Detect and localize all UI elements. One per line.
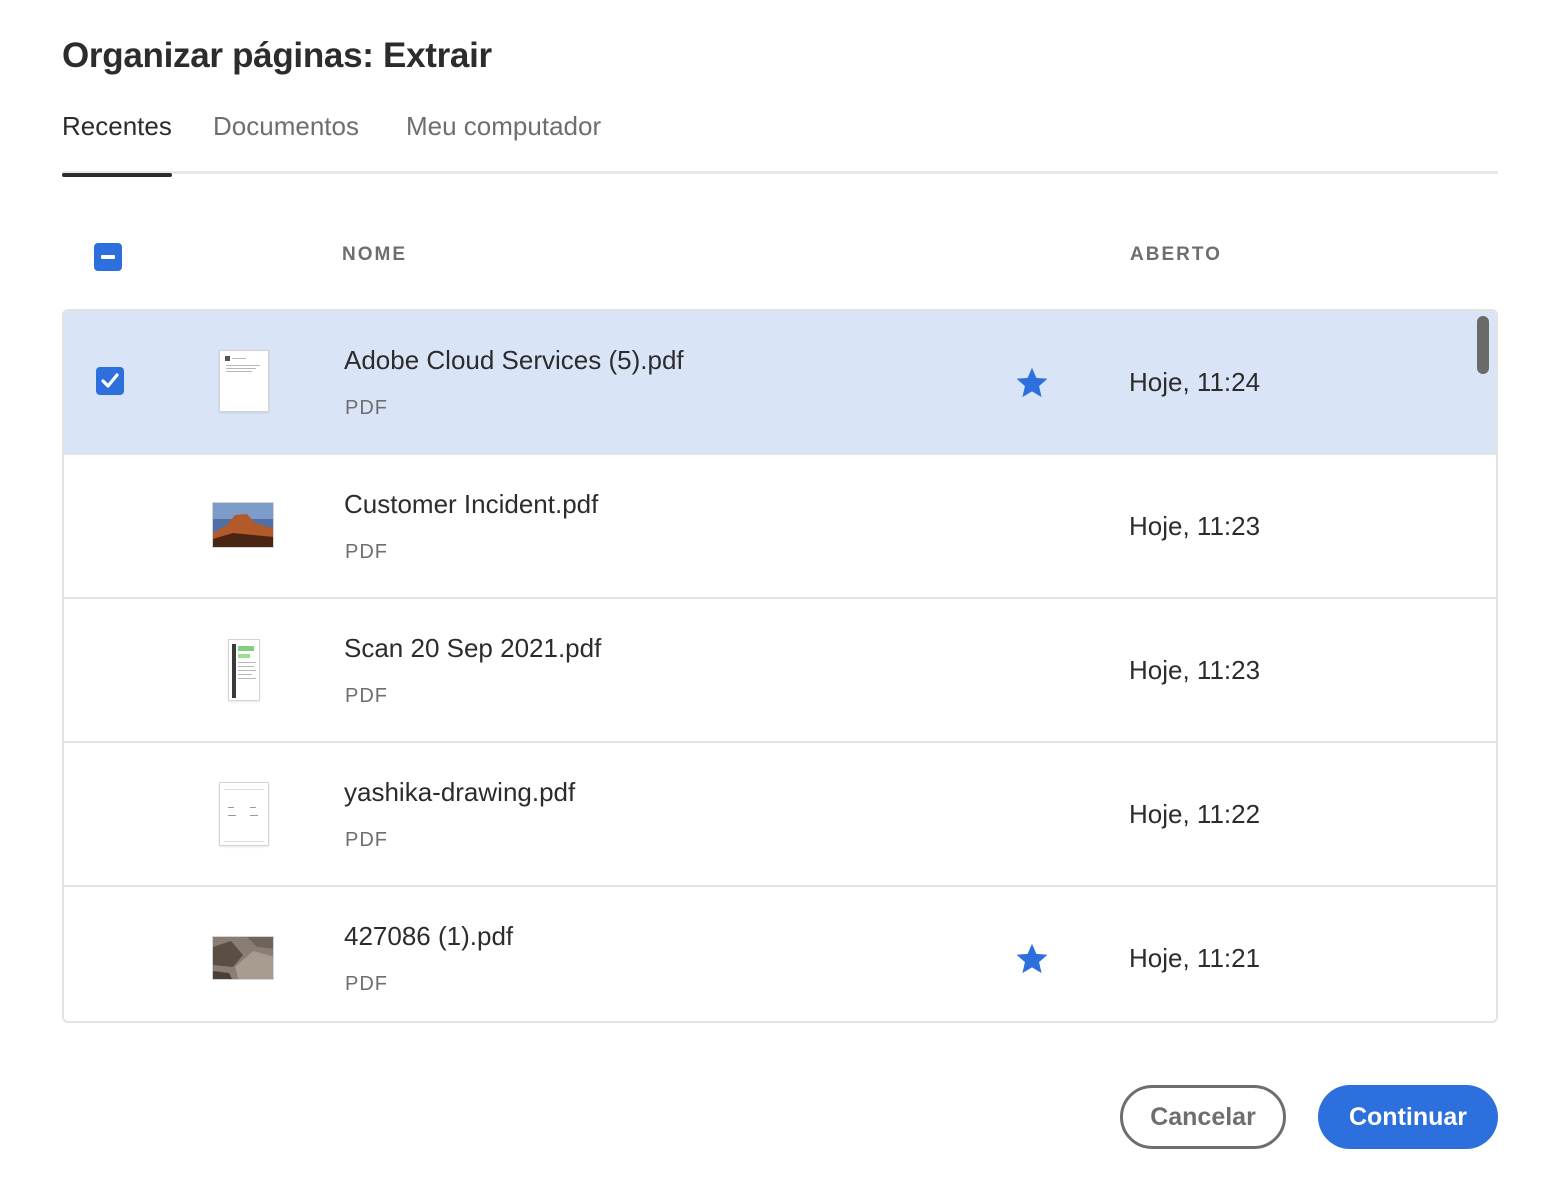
star-icon[interactable]	[1014, 365, 1050, 401]
column-header-opened[interactable]: ABERTO	[1130, 244, 1222, 266]
file-name: Adobe Cloud Services (5).pdf	[344, 345, 684, 375]
dialog-title: Organizar páginas: Extrair	[62, 36, 492, 75]
opened-time: Hoje, 11:24	[1129, 367, 1261, 397]
file-row[interactable]: Adobe Cloud Services (5).pdf PDF Hoje, 1…	[64, 311, 1496, 455]
opened-time: Hoje, 11:21	[1129, 943, 1261, 973]
opened-time: Hoje, 11:23	[1129, 511, 1261, 541]
tab-documentos[interactable]: Documentos	[213, 108, 359, 174]
landscape-thumbnail	[212, 502, 274, 548]
organize-pages-dialog: Organizar páginas: Extrair Recentes Docu…	[0, 0, 1554, 1196]
file-type: PDF	[345, 829, 388, 851]
column-header-name[interactable]: NOME	[342, 244, 407, 266]
opened-time: Hoje, 11:22	[1129, 799, 1261, 829]
star-icon[interactable]	[1014, 941, 1050, 977]
scan-thumbnail	[228, 639, 260, 701]
file-name: yashika-drawing.pdf	[344, 777, 576, 807]
file-name: Scan 20 Sep 2021.pdf	[344, 633, 602, 663]
file-name: Customer Incident.pdf	[344, 489, 599, 519]
continue-button[interactable]: Continuar	[1318, 1085, 1498, 1149]
cancel-button[interactable]: Cancelar	[1120, 1085, 1286, 1149]
file-name: 427086 (1).pdf	[344, 921, 514, 951]
file-type: PDF	[345, 541, 388, 563]
file-type: PDF	[345, 973, 388, 995]
drawing-thumbnail	[219, 782, 269, 846]
file-type: PDF	[345, 397, 388, 419]
file-row[interactable]: Customer Incident.pdf PDF Hoje, 11:23	[64, 455, 1496, 599]
file-type: PDF	[345, 685, 388, 707]
document-thumbnail	[219, 350, 269, 412]
tab-recentes[interactable]: Recentes	[62, 108, 172, 177]
opened-time: Hoje, 11:23	[1129, 655, 1261, 685]
stone-thumbnail	[212, 936, 274, 980]
tab-meu-computador[interactable]: Meu computador	[406, 108, 601, 174]
select-all-checkbox[interactable]	[94, 243, 122, 271]
source-tabs: Recentes Documentos Meu computador	[62, 108, 1498, 177]
checkmark-icon	[101, 373, 119, 388]
row-checkbox[interactable]	[96, 367, 124, 395]
file-row[interactable]: Scan 20 Sep 2021.pdf PDF Hoje, 11:23	[64, 599, 1496, 743]
file-row[interactable]: yashika-drawing.pdf PDF Hoje, 11:22	[64, 743, 1496, 887]
file-row[interactable]: 427086 (1).pdf PDF Hoje, 11:21	[64, 887, 1496, 1021]
scrollbar-thumb[interactable]	[1477, 316, 1489, 374]
file-list: Adobe Cloud Services (5).pdf PDF Hoje, 1…	[62, 309, 1498, 1023]
